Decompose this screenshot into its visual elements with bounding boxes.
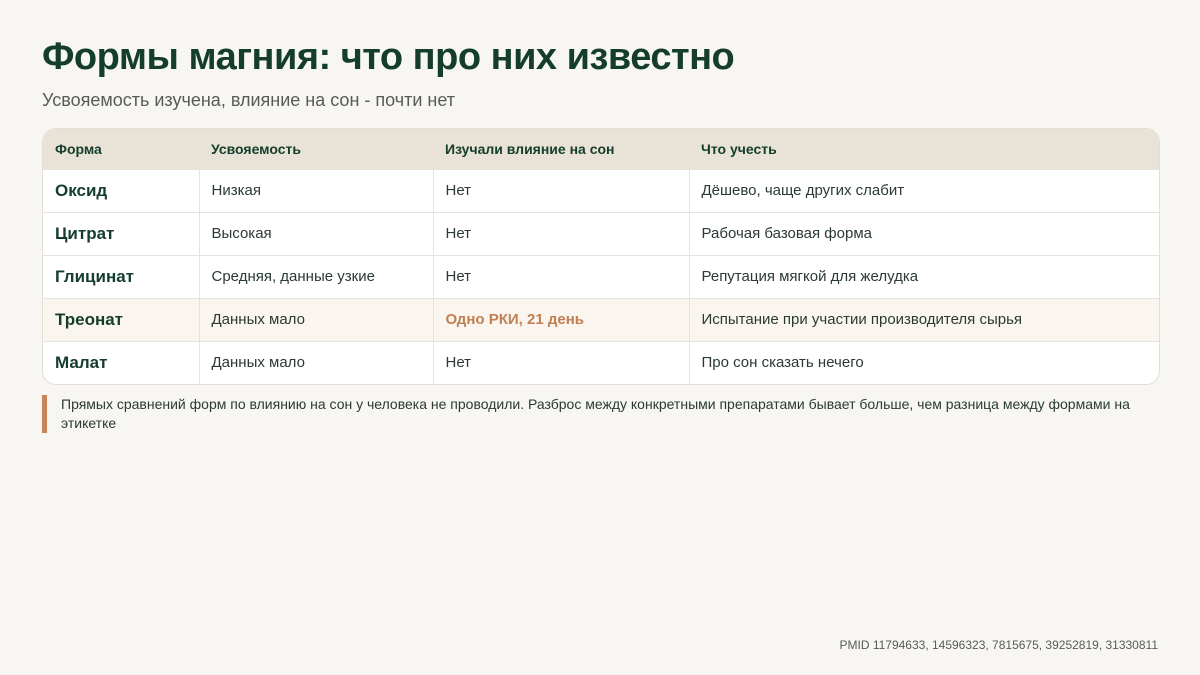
- cell-form: Треонат: [43, 297, 199, 341]
- table-row-citrate: Цитрат Высокая Нет Рабочая базовая форма: [43, 211, 1159, 255]
- cell-notes: Испытание при участии производителя сырь…: [688, 297, 1159, 341]
- cell-form: Оксид: [43, 168, 199, 212]
- cell-notes: Репутация мягкой для желудка: [688, 254, 1159, 298]
- cell-notes: Рабочая базовая форма: [688, 211, 1159, 255]
- callout-note: Прямых сравнений форм по влиянию на сон …: [42, 395, 1141, 433]
- cell-notes: Дёшево, чаще других слабит: [688, 168, 1159, 212]
- cell-absorption: Высокая: [198, 211, 433, 255]
- cell-sleep-studied-highlight: Одно РКИ, 21 день: [432, 297, 689, 341]
- page-title: Формы магния: что про них известно: [42, 36, 735, 78]
- cell-sleep-studied: Нет: [432, 340, 689, 384]
- table-row-threonate: Треонат Данных мало Одно РКИ, 21 день Ис…: [43, 297, 1159, 341]
- cell-form: Малат: [43, 340, 199, 384]
- header-sleep-studied: Изучали влияние на сон: [445, 140, 615, 157]
- cell-absorption: Низкая: [198, 168, 433, 212]
- cell-notes: Про сон сказать нечего: [688, 340, 1159, 384]
- footer-references: PMID 11794633, 14596323, 7815675, 392528…: [839, 638, 1158, 652]
- cell-absorption: Средняя, данные узкие: [198, 254, 433, 298]
- cell-form: Цитрат: [43, 211, 199, 255]
- cell-sleep-studied: Нет: [432, 211, 689, 255]
- forms-table: Форма Усвояемость Изучали влияние на сон…: [42, 128, 1160, 385]
- cell-form: Глицинат: [43, 254, 199, 298]
- table-row-glycinate: Глицинат Средняя, данные узкие Нет Репут…: [43, 254, 1159, 298]
- table-header-row: Форма Усвояемость Изучали влияние на сон…: [43, 129, 1159, 169]
- cell-sleep-studied: Нет: [432, 254, 689, 298]
- page-subtitle: Усвояемость изучена, влияние на сон - по…: [42, 90, 456, 110]
- header-form: Форма: [55, 140, 102, 157]
- header-absorption: Усвояемость: [211, 140, 301, 157]
- table-row-malate: Малат Данных мало Нет Про сон сказать не…: [43, 340, 1159, 384]
- header-notes: Что учесть: [701, 140, 777, 157]
- table-row-oxide: Оксид Низкая Нет Дёшево, чаще других сла…: [43, 168, 1159, 212]
- cell-sleep-studied: Нет: [432, 168, 689, 212]
- cell-absorption: Данных мало: [198, 297, 433, 341]
- cell-absorption: Данных мало: [198, 340, 433, 384]
